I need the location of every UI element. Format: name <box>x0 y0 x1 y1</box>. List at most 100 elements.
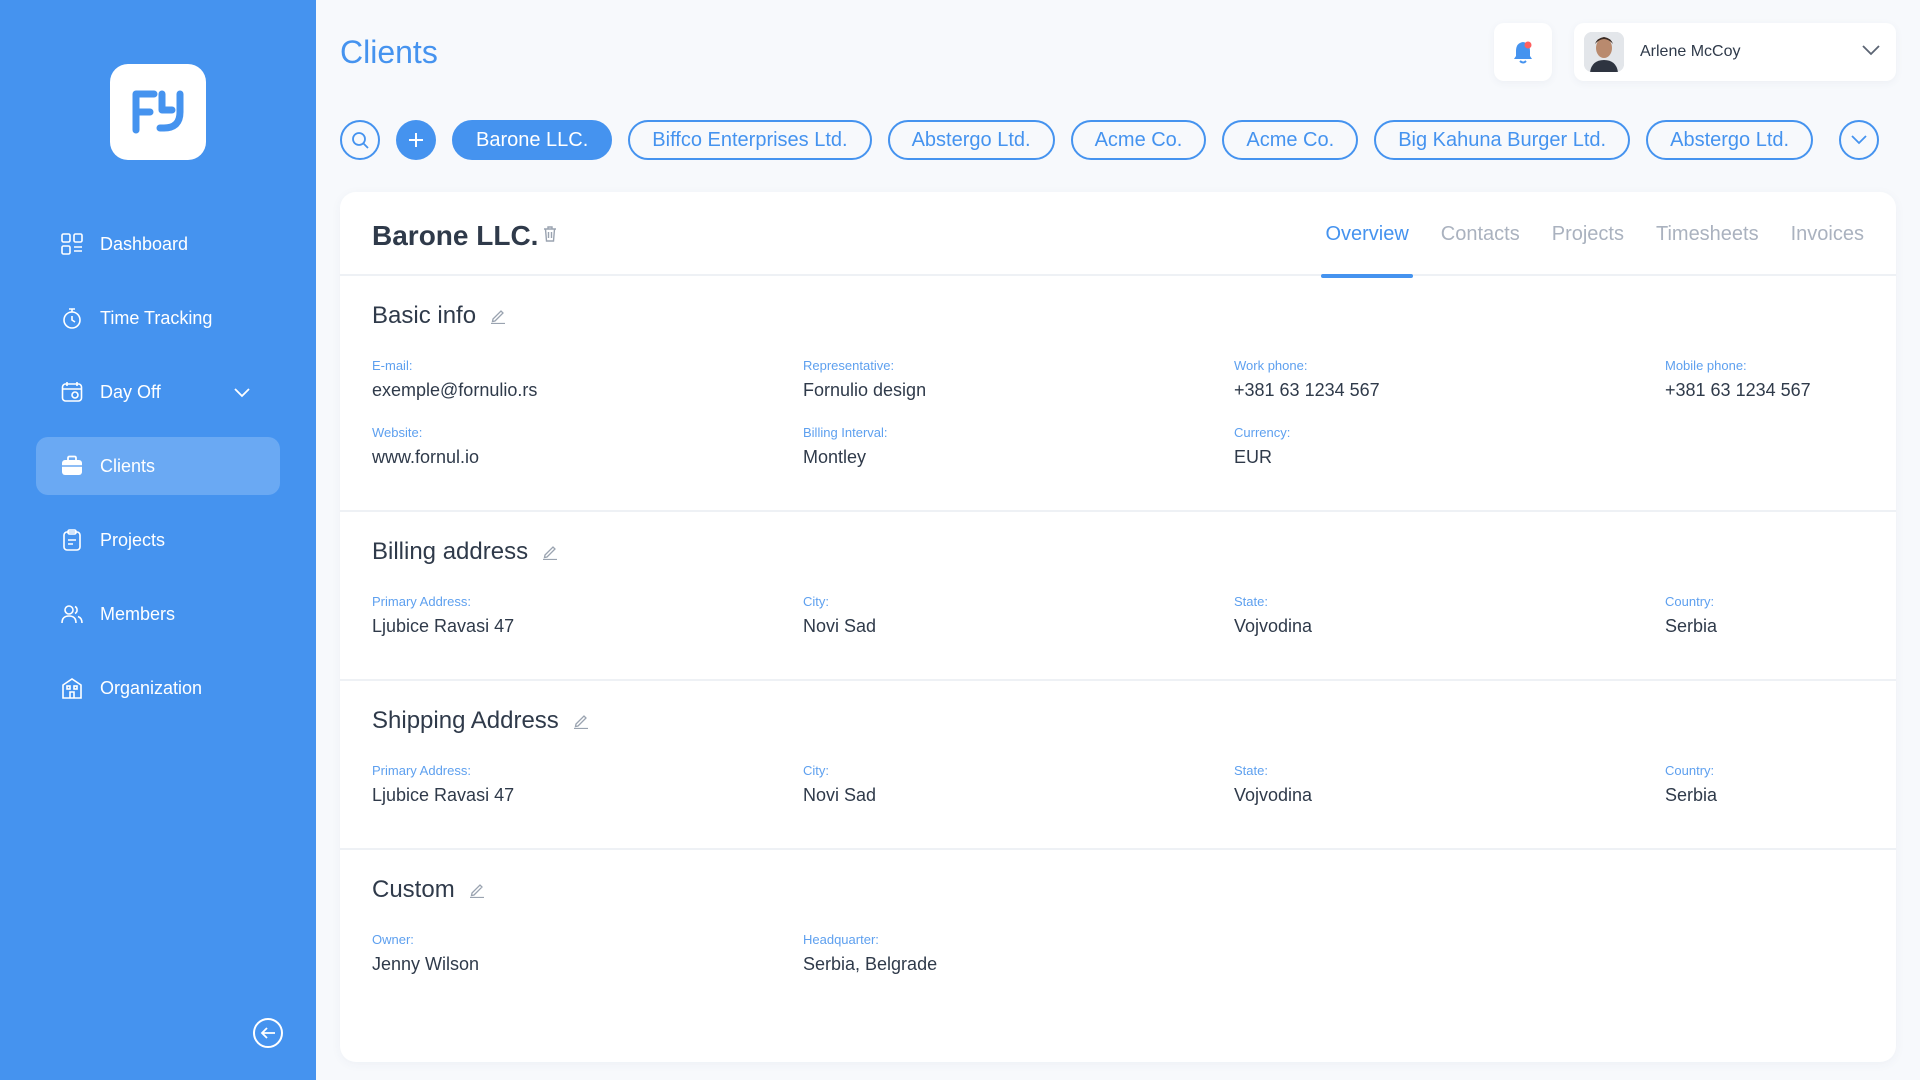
field-value: +381 63 1234 567 <box>1665 380 1811 400</box>
tab-timesheets[interactable]: Timesheets <box>1656 192 1759 276</box>
sidebar-item-projects[interactable]: Projects <box>36 511 280 569</box>
field-label: Currency: <box>1234 425 1291 440</box>
logo-mark-icon <box>132 90 184 134</box>
avatar <box>1584 32 1624 72</box>
field-label: E-mail: <box>372 358 413 373</box>
basic-info-section: Basic info E-mail: exemple@fornulio.rs R… <box>340 276 1896 512</box>
client-chip-abstergo[interactable]: Abstergo Ltd. <box>887 120 1055 160</box>
search-clients-button[interactable] <box>340 120 380 160</box>
field-value: Serbia <box>1665 785 1718 805</box>
sidebar-item-label: Members <box>100 603 176 624</box>
section-title: Custom <box>372 876 485 904</box>
more-clients-button[interactable] <box>1839 120 1879 160</box>
field-label: Country: <box>1665 594 1715 609</box>
dashboard-icon <box>60 232 84 256</box>
field-billing-interval: Billing Interval: Montley <box>803 425 1234 468</box>
trash-icon[interactable] <box>543 226 557 247</box>
section-title: Shipping Address <box>372 707 589 735</box>
sidebar-item-dashboard[interactable]: Dashboard <box>36 215 280 273</box>
field-label: State: <box>1234 594 1268 609</box>
tab-overview[interactable]: Overview <box>1321 192 1414 278</box>
field-value: EUR <box>1234 447 1273 467</box>
section-title-text: Basic info <box>372 302 477 329</box>
field-label: Owner: <box>372 932 414 947</box>
chevron-down-icon[interactable] <box>1862 43 1880 61</box>
chevron-down-icon[interactable] <box>234 382 250 403</box>
sidebar-item-members[interactable]: Members <box>36 585 280 643</box>
calendar-icon <box>60 380 84 404</box>
client-chip-big-kahuna[interactable]: Big Kahuna Burger Ltd. <box>1374 120 1631 160</box>
sidebar-item-label: Clients <box>100 455 156 476</box>
app-logo[interactable] <box>110 64 206 160</box>
building-icon <box>60 676 84 700</box>
field-grid: E-mail: exemple@fornulio.rs Representati… <box>372 358 1864 492</box>
field-value: Ljubice Ravasi 47 <box>372 785 515 805</box>
field-primary-address: Primary Address: Ljubice Ravasi 47 <box>372 763 803 806</box>
field-value: www.fornul.io <box>372 447 480 467</box>
user-menu[interactable]: Arlene McCoy <box>1574 23 1896 81</box>
field-state: State: Vojvodina <box>1234 594 1665 637</box>
field-representative: Representative: Fornulio design <box>803 358 1234 401</box>
section-title-text: Billing address <box>372 538 529 565</box>
field-value: Vojvodina <box>1234 616 1313 636</box>
field-label: Primary Address: <box>372 594 471 609</box>
shipping-address-section: Shipping Address Primary Address: Ljubic… <box>340 681 1896 850</box>
client-chip-acme[interactable]: Acme Co. <box>1070 120 1207 160</box>
field-country: Country: Serbia <box>1665 763 1865 806</box>
field-value: exemple@fornulio.rs <box>372 380 538 400</box>
section-title-text: Custom <box>372 876 455 903</box>
section-title-text: Shipping Address <box>372 707 559 734</box>
client-chip-barone[interactable]: Barone LLC. <box>452 120 613 160</box>
collapse-sidebar-button[interactable] <box>253 1018 283 1048</box>
tab-invoices[interactable]: Invoices <box>1791 192 1864 276</box>
sidebar-item-label: Day Off <box>100 381 161 402</box>
field-label: Country: <box>1665 763 1715 778</box>
plus-icon <box>409 133 423 147</box>
client-chip-acme-2[interactable]: Acme Co. <box>1222 120 1359 160</box>
field-value: Novi Sad <box>803 785 877 805</box>
add-client-button[interactable] <box>396 120 436 160</box>
chevron-down-icon <box>1851 135 1867 145</box>
field-label: Billing Interval: <box>803 425 888 440</box>
client-tab-bar: Barone LLC. Biffco Enterprises Ltd. Abst… <box>340 120 1829 160</box>
field-mobile-phone: Mobile phone: +381 63 1234 567 <box>1665 358 1865 401</box>
field-currency: Currency: EUR <box>1234 425 1665 468</box>
tab-projects[interactable]: Projects <box>1552 192 1624 276</box>
field-grid: Primary Address: Ljubice Ravasi 47 City:… <box>372 594 1864 661</box>
field-value: Serbia <box>1665 616 1718 636</box>
section-title: Basic info <box>372 302 506 330</box>
notifications-button[interactable] <box>1494 23 1552 81</box>
sidebar-item-organization[interactable]: Organization <box>36 659 280 717</box>
field-value: Ljubice Ravasi 47 <box>372 616 515 636</box>
field-value: Jenny Wilson <box>372 954 480 974</box>
sidebar-item-day-off[interactable]: Day Off <box>36 363 280 421</box>
field-value: Serbia, Belgrade <box>803 954 938 974</box>
field-value: +381 63 1234 567 <box>1234 380 1380 400</box>
field-value: Fornulio design <box>803 380 927 400</box>
field-grid: Owner: Jenny Wilson Headquarter: Serbia,… <box>372 932 1864 999</box>
pencil-icon[interactable] <box>469 882 485 898</box>
sidebar-item-label: Organization <box>100 677 203 698</box>
field-value: Montley <box>803 447 867 467</box>
pencil-icon[interactable] <box>490 308 506 324</box>
sidebar-item-label: Dashboard <box>100 233 189 254</box>
sidebar: Dashboard Time Tracking Day Off Clients <box>0 0 316 1080</box>
pencil-icon[interactable] <box>542 544 558 560</box>
pencil-icon[interactable] <box>573 713 589 729</box>
field-grid: Primary Address: Ljubice Ravasi 47 City:… <box>372 763 1864 830</box>
field-work-phone: Work phone: +381 63 1234 567 <box>1234 358 1665 401</box>
field-city: City: Novi Sad <box>803 763 1234 806</box>
client-detail-card: Barone LLC. Overview Contacts Projects T… <box>340 192 1896 1062</box>
client-chip-abstergo-2[interactable]: Abstergo Ltd. <box>1646 120 1814 160</box>
field-city: City: Novi Sad <box>803 594 1234 637</box>
field-email: E-mail: exemple@fornulio.rs <box>372 358 803 401</box>
clipboard-icon <box>60 528 84 552</box>
sidebar-item-time-tracking[interactable]: Time Tracking <box>36 289 280 347</box>
page-title: Clients <box>340 34 438 70</box>
tab-contacts[interactable]: Contacts <box>1441 192 1520 276</box>
sidebar-item-clients[interactable]: Clients <box>36 437 280 495</box>
client-chip-biffco[interactable]: Biffco Enterprises Ltd. <box>628 120 872 160</box>
sidebar-item-label: Time Tracking <box>100 307 213 328</box>
briefcase-icon <box>60 454 84 478</box>
client-card-header: Barone LLC. Overview Contacts Projects T… <box>340 192 1896 278</box>
